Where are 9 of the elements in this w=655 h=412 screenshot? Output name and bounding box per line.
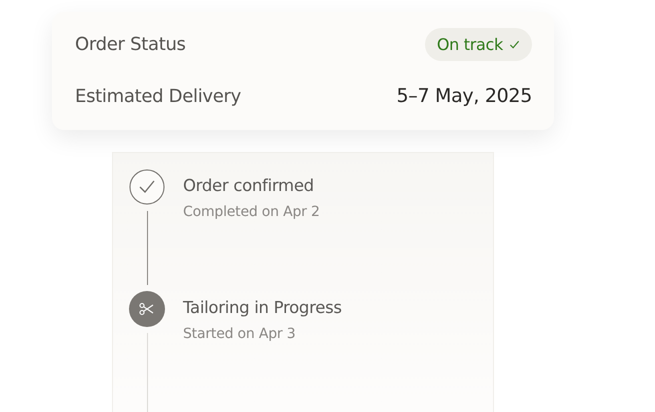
step-detail: Started on Apr 3 — [183, 326, 296, 342]
row-label: Estimated Delivery — [75, 86, 241, 106]
step-detail: Completed on Apr 2 — [183, 204, 320, 220]
row-value: 5–7 May, 2025 — [396, 85, 532, 107]
row-label: Order Status — [75, 34, 186, 54]
check-icon — [509, 38, 520, 50]
step-title: Order confirmed — [183, 176, 315, 195]
status-badge: On track — [424, 28, 532, 60]
step-title: Tailoring in Progress — [183, 298, 342, 316]
